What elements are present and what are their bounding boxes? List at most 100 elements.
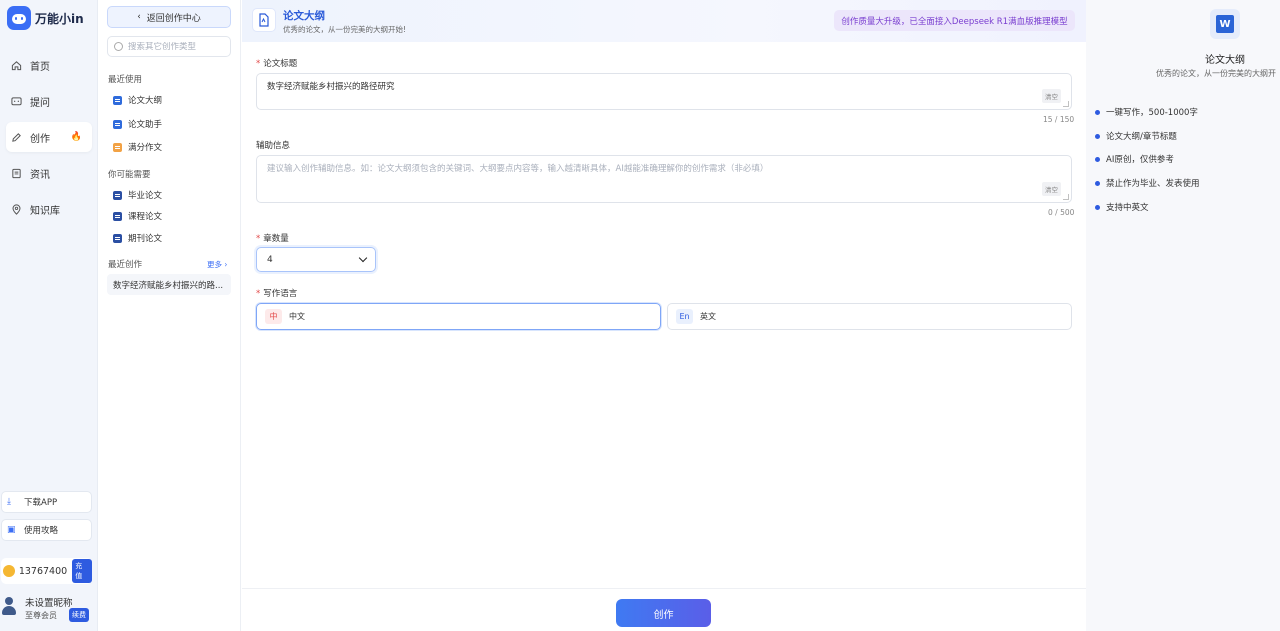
feature-item: AI原创，仅供参考	[1095, 153, 1174, 165]
guide-button[interactable]: ▣ 使用攻略	[1, 519, 92, 541]
label-text: 写作语言	[263, 289, 298, 299]
bullet-icon	[1095, 204, 1100, 210]
list-item-essay[interactable]: 满分作文	[113, 141, 162, 153]
nav-item-home[interactable]: 首页	[6, 50, 92, 80]
chevron-down-icon	[358, 253, 368, 263]
english-tag-icon: En	[676, 309, 693, 324]
nav-item-ask[interactable]: 提问	[6, 86, 92, 116]
nav-item-label: 创作	[30, 133, 50, 145]
aux-char-count: 0 / 500	[1048, 208, 1075, 217]
bullet-icon	[1095, 133, 1100, 139]
nav-item-label: 资讯	[30, 169, 50, 181]
list-item-label: 论文助手	[128, 120, 163, 130]
language-label: 中文	[289, 312, 305, 321]
word-doc-icon	[113, 95, 122, 105]
aux-input[interactable]	[267, 162, 1027, 182]
credits-value: 13767400	[18, 565, 68, 577]
list-item-course[interactable]: 课程论文	[113, 210, 162, 222]
chinese-tag-icon: 中	[265, 309, 282, 324]
main-content: 论文大纲 优秀的论文，从一份完美的大纲开始! 创作质量大升级，已全面接入Deep…	[242, 0, 1086, 631]
feature-text: 论文大纲/章节标题	[1106, 132, 1177, 142]
guide-icon: ▣	[7, 525, 16, 535]
page-header: 论文大纲 优秀的论文，从一份完美的大纲开始! 创作质量大升级，已全面接入Deep…	[242, 0, 1086, 42]
word-doc-icon	[113, 119, 122, 129]
back-to-center-button[interactable]: ‹ 返回创作中心	[107, 6, 231, 28]
user-name: 未设置昵称	[25, 598, 73, 609]
list-item-label: 满分作文	[128, 143, 163, 153]
list-item-journal[interactable]: 期刊论文	[113, 232, 162, 244]
list-item-assistant[interactable]: 论文助手	[113, 118, 162, 130]
info-panel: W 论文大纲 优秀的论文，从一份完美的大纲开 一键写作，500-1000字 论文…	[1086, 0, 1280, 631]
title-char-count: 15 / 150	[1043, 115, 1075, 124]
recharge-button[interactable]: 充值	[72, 559, 92, 583]
graduation-cap-icon	[113, 190, 122, 200]
credits-panel: 13767400 充值	[1, 558, 92, 584]
app-name: 万能小in	[35, 11, 84, 26]
user-level: 至尊会员	[25, 611, 57, 620]
user-profile[interactable]: 未设置昵称 至尊会员 续费	[0, 592, 96, 626]
home-icon	[9, 58, 23, 72]
section-title: 你可能需要	[108, 170, 151, 180]
download-app-label: 下载APP	[24, 498, 58, 508]
feature-text: 支持中英文	[1106, 203, 1149, 213]
recent-creation-item[interactable]: 数字经济赋能乡村振兴的路...	[107, 274, 231, 295]
panel-subtitle: 优秀的论文，从一份完美的大纲开	[1156, 69, 1276, 78]
language-option-chinese[interactable]: 中 中文	[256, 303, 661, 330]
location-icon	[9, 202, 23, 216]
search-box[interactable]	[107, 36, 231, 57]
document-icon	[252, 8, 276, 32]
create-button[interactable]: 创作	[616, 599, 711, 627]
required-mark: *	[256, 59, 261, 69]
feature-text: AI原创，仅供参考	[1106, 155, 1174, 165]
nav-item-create[interactable]: 创作 🔥	[6, 122, 92, 152]
search-input[interactable]	[128, 41, 228, 52]
word-logo-icon: W	[1216, 15, 1234, 33]
list-item-label: 期刊论文	[128, 234, 163, 244]
essay-icon	[113, 142, 122, 152]
journal-icon	[113, 233, 122, 243]
nav-item-label: 知识库	[30, 205, 60, 217]
action-footer: 创作	[242, 588, 1086, 631]
feature-item: 禁止作为毕业、发表使用	[1095, 177, 1200, 189]
bullet-icon	[1095, 180, 1100, 186]
language-option-english[interactable]: En 英文	[667, 303, 1072, 330]
list-item-graduation[interactable]: 毕业论文	[113, 189, 162, 201]
book-icon	[113, 211, 122, 221]
title-field: 数字经济赋能乡村振兴的路径研究 清空	[256, 73, 1072, 110]
chevron-left-icon: ‹	[137, 12, 141, 22]
download-app-button[interactable]: ⤓ 下载APP	[1, 491, 92, 513]
news-icon	[9, 166, 23, 180]
language-label: 英文	[700, 312, 716, 321]
clear-button[interactable]: 清空	[1042, 89, 1061, 103]
list-item-label: 论文大纲	[128, 96, 163, 106]
page-subtitle: 优秀的论文，从一份完美的大纲开始!	[283, 25, 407, 34]
nav-item-knowledge[interactable]: 知识库	[6, 194, 92, 224]
resize-handle[interactable]	[1063, 194, 1069, 200]
upgrade-banner[interactable]: 创作质量大升级，已全面接入Deepseek R1满血版推理模型	[834, 10, 1075, 31]
nav-item-label: 首页	[30, 61, 50, 73]
feature-text: 一键写作，500-1000字	[1106, 108, 1198, 118]
clear-button[interactable]: 清空	[1042, 182, 1061, 196]
feature-item: 支持中英文	[1095, 201, 1149, 213]
download-icon: ⤓	[7, 497, 11, 507]
bullet-icon	[1095, 156, 1100, 162]
chapters-field-label: * 章数量	[256, 232, 289, 244]
chevron-right-icon: ›	[224, 260, 228, 269]
resize-handle[interactable]	[1063, 101, 1069, 107]
app-logo[interactable]: 万能小in	[7, 6, 84, 30]
list-item-outline[interactable]: 论文大纲	[113, 94, 162, 106]
coin-icon	[3, 565, 15, 577]
title-input[interactable]: 数字经济赋能乡村振兴的路径研究	[267, 80, 1027, 90]
section-title: 最近创作	[108, 260, 143, 270]
chapters-select[interactable]: 4	[256, 247, 376, 272]
renew-button[interactable]: 续费	[69, 608, 89, 622]
section-title: 最近使用	[108, 75, 143, 85]
robot-logo-icon	[7, 6, 31, 30]
chat-icon	[9, 94, 23, 108]
creation-sidebar: ‹ 返回创作中心 最近使用 论文大纲 论文助手 满分作文 你可能需要 毕业论文 …	[99, 0, 241, 631]
label-text: 章数量	[263, 234, 289, 244]
fire-icon: 🔥	[70, 132, 82, 142]
title-field-label: * 论文标题	[256, 57, 297, 69]
nav-item-news[interactable]: 资讯	[6, 158, 92, 188]
more-link[interactable]: 更多 ›	[207, 259, 227, 270]
